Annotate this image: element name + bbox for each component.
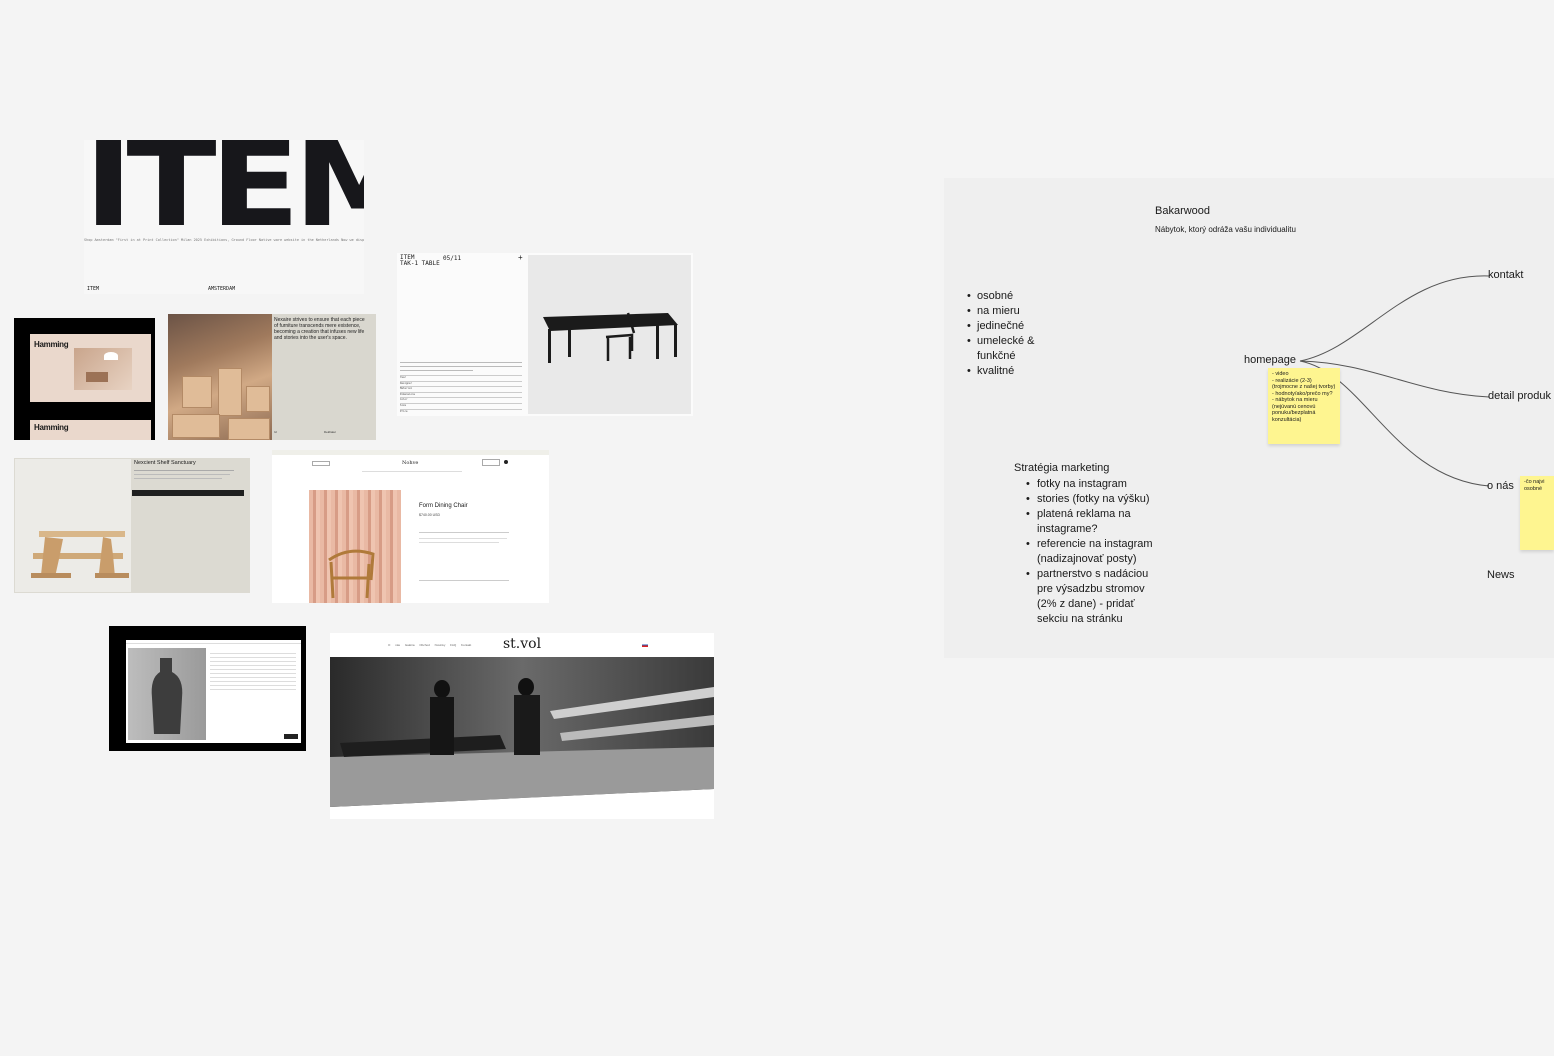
vase-page [126, 640, 301, 743]
workshop-photo [330, 657, 714, 807]
wood-description: Nexaire strives to ensure that each piec… [274, 317, 365, 341]
shelf-photo [15, 459, 131, 592]
table-photo [528, 255, 691, 414]
shelf-title: Nexcient Shelf Sanctuary [134, 460, 196, 466]
table-description-block [400, 359, 522, 375]
table-heading: ITEM TAK-1 TABLE [400, 254, 440, 267]
add-to-cart-button[interactable] [132, 490, 244, 496]
node-news[interactable]: News [1487, 569, 1515, 581]
chair-illustration [328, 549, 375, 599]
stvol-logo[interactable]: st.vol [503, 636, 541, 652]
chair-shape [86, 372, 108, 382]
spec-row: Price [400, 408, 522, 415]
wood-block [246, 386, 270, 412]
lamp-icon [104, 352, 118, 360]
table-illustration [543, 312, 678, 363]
hamming-title-top: Hamming [34, 340, 69, 349]
form-dining-chair-card[interactable]: Nohve Form Dining Chair $740.00 USD [272, 450, 549, 603]
wood-blocks-card[interactable]: Nexaire strives to ensure that each piec… [168, 314, 376, 440]
hamming-photo [74, 348, 132, 390]
text-line [419, 538, 507, 539]
plus-icon[interactable]: + [518, 253, 523, 262]
flag-icon[interactable] [642, 643, 648, 647]
hamming-card[interactable]: Hamming Hamming [14, 318, 155, 440]
currency-select[interactable] [482, 459, 500, 466]
text-line [134, 478, 222, 479]
nexcient-shelf-card[interactable]: Nexcient Shelf Sanctuary [14, 458, 250, 593]
item-footer-left: ITEM [87, 286, 100, 292]
nav-bar[interactable] [362, 471, 462, 472]
wood-block [182, 376, 212, 408]
cart-icon[interactable] [504, 460, 508, 464]
chair-brand-logo[interactable]: Nohve [402, 460, 418, 466]
wood-block [218, 368, 242, 416]
hamming-title-bottom: Hamming [34, 423, 69, 432]
node-kontakt[interactable]: kontakt [1488, 269, 1523, 281]
wood-footer-right: Dekhaler [324, 430, 337, 434]
nav-bar[interactable] [126, 643, 301, 644]
mindmap-board[interactable]: Bakarwood Nábytok, ktorý odráža vašu ind… [944, 178, 1554, 658]
node-detail-produktu[interactable]: detail produk [1488, 390, 1551, 402]
mindmap-connectors [1299, 275, 1490, 487]
node-homepage[interactable]: homepage [1244, 354, 1296, 366]
vase-photo [128, 648, 206, 740]
sticky-note-homepage[interactable]: - video - realizácie (2-3) (trojmocne z … [1268, 368, 1340, 444]
spec-table [210, 650, 296, 690]
table-counter: 05/11 [443, 255, 462, 262]
item-logo: ITEM [84, 140, 364, 253]
stvol-nav[interactable]: O nás Galéria Obchod Novinky FAQ Kontakt [388, 643, 471, 647]
chair-photo [309, 490, 401, 603]
divider [419, 580, 509, 581]
node-o-nas[interactable]: o nás [1487, 480, 1514, 492]
vase-card[interactable] [109, 626, 306, 751]
item-logo-card[interactable]: ITEM Shop Amsterdam "First in at Print C… [84, 140, 364, 294]
item-footer-right: AMSTERDAM [208, 286, 236, 292]
wood-block [228, 418, 270, 440]
shelf-illustration [31, 531, 129, 578]
promo-banner [272, 450, 549, 455]
wood-footer-left: Id [274, 430, 277, 434]
hamming-panel-bottom: Hamming [30, 420, 151, 440]
add-button[interactable] [284, 734, 298, 739]
vase-illustration [151, 658, 183, 734]
search-input[interactable] [312, 461, 330, 466]
sticky-note-o-nas[interactable]: -čo najvi osobné [1520, 476, 1554, 550]
divider [419, 532, 509, 533]
wood-blocks-photo [168, 314, 272, 440]
tak1-table-card[interactable]: ITEM TAK-1 TABLE 05/11 + Year Designer Mat… [397, 253, 693, 416]
hamming-panel-top: Hamming [30, 334, 151, 402]
chair-product-price: $740.00 USD [419, 513, 441, 517]
text-line [134, 474, 230, 475]
divider [134, 470, 234, 471]
wood-block [172, 414, 220, 438]
stvol-website-card[interactable]: O nás Galéria Obchod Novinky FAQ Kontakt… [330, 633, 714, 819]
text-line [419, 542, 499, 543]
chair-product-name: Form Dining Chair [419, 503, 468, 509]
item-info-strip: Shop Amsterdam "First in at Print Collec… [84, 238, 364, 242]
